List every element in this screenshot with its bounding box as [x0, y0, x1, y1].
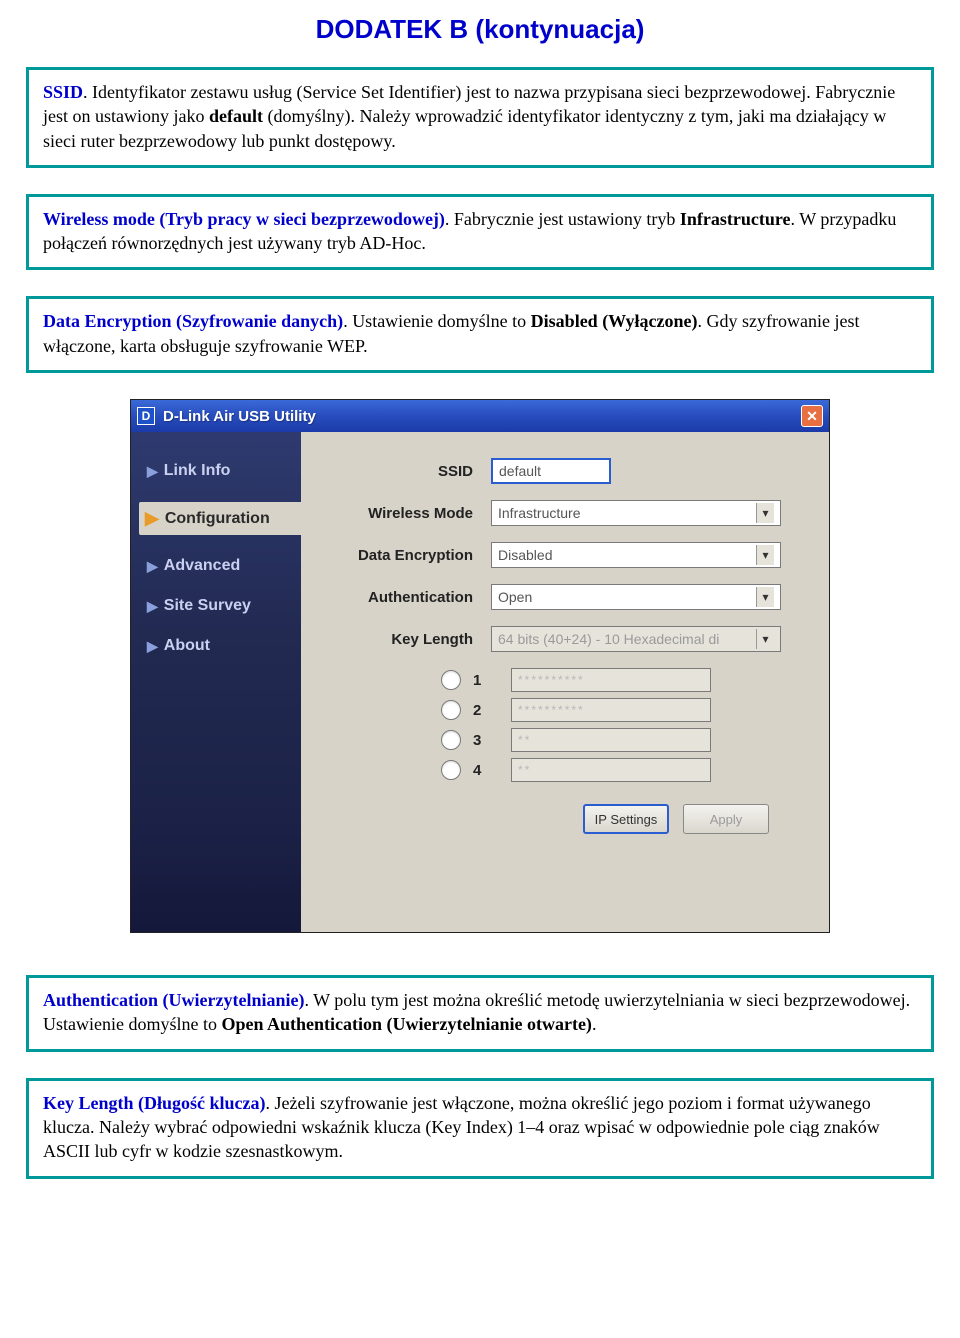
dlink-logo-icon: D: [137, 407, 155, 425]
close-button[interactable]: ✕: [801, 405, 823, 427]
select-value: Open: [498, 589, 532, 605]
select-value: Disabled: [498, 547, 552, 563]
chevron-right-icon: ▶: [145, 508, 159, 529]
key-number: 2: [473, 702, 489, 719]
callout-dataenc-text: Data Encryption (Szyfrowanie danych). Us…: [43, 309, 917, 358]
sidebar-item-link-info[interactable]: ▶ Link Info: [147, 462, 301, 480]
ip-settings-button[interactable]: IP Settings: [583, 804, 669, 834]
data-encryption-label: Data Encryption: [331, 547, 491, 564]
ssid-input[interactable]: [491, 458, 611, 484]
authentication-select[interactable]: Open ▾: [491, 584, 781, 610]
sidebar: ▶ Link Info ▶ Configuration ▶ Advanced ▶…: [131, 432, 301, 932]
sidebar-item-label: Configuration: [165, 510, 270, 528]
callout-keylen-lead: Key Length (Długość klucza): [43, 1093, 266, 1113]
key-length-label: Key Length: [331, 631, 491, 648]
key-input-2[interactable]: [511, 698, 711, 722]
key-row-1: 1: [441, 668, 803, 692]
chevron-right-icon: ▶: [147, 598, 158, 615]
chevron-down-icon: ▾: [756, 629, 774, 649]
wireless-mode-select[interactable]: Infrastructure ▾: [491, 500, 781, 526]
chevron-down-icon: ▾: [756, 503, 774, 523]
apply-button[interactable]: Apply: [683, 804, 769, 834]
callout-wmode-text: Wireless mode (Tryb pracy w sieci bezprz…: [43, 207, 917, 256]
sidebar-item-about[interactable]: ▶ About: [147, 637, 301, 655]
key-number: 3: [473, 732, 489, 749]
sidebar-item-label: Site Survey: [164, 597, 251, 615]
page-title: DODATEK B (kontynuacja): [0, 14, 960, 45]
key-radio-2[interactable]: [441, 700, 461, 720]
wireless-mode-label: Wireless Mode: [331, 505, 491, 522]
callout-ssid-text: SSID. Identyfikator zestawu usług (Servi…: [43, 80, 917, 153]
callout-auth-text: Authentication (Uwierzytelnianie). W pol…: [43, 988, 917, 1037]
callout-authentication: Authentication (Uwierzytelnianie). W pol…: [26, 975, 934, 1052]
callout-dataenc-lead: Data Encryption (Szyfrowanie danych): [43, 311, 343, 331]
callout-key-length: Key Length (Długość klucza). Jeżeli szyf…: [26, 1078, 934, 1179]
key-radio-3[interactable]: [441, 730, 461, 750]
chevron-down-icon: ▾: [756, 587, 774, 607]
configuration-pane: SSID Wireless Mode Infrastructure ▾ Data…: [301, 432, 829, 932]
bold: Disabled (Wyłączone): [531, 311, 698, 331]
text: . Fabrycznie jest ustawiony tryb: [445, 209, 680, 229]
key-row-4: 4: [441, 758, 803, 782]
text: . Ustawienie domyślne to: [343, 311, 530, 331]
chevron-right-icon: ▶: [147, 463, 158, 480]
sidebar-item-configuration[interactable]: ▶ Configuration: [139, 502, 307, 535]
sidebar-item-label: About: [164, 637, 210, 655]
select-value: 64 bits (40+24) - 10 Hexadecimal di: [498, 631, 719, 647]
authentication-label: Authentication: [331, 589, 491, 606]
key-input-4[interactable]: [511, 758, 711, 782]
key-input-1[interactable]: [511, 668, 711, 692]
sidebar-item-label: Advanced: [164, 557, 240, 575]
bold: Open Authentication (Uwierzytelnianie ot…: [221, 1014, 591, 1034]
key-length-select[interactable]: 64 bits (40+24) - 10 Hexadecimal di ▾: [491, 626, 781, 652]
data-encryption-select[interactable]: Disabled ▾: [491, 542, 781, 568]
select-value: Infrastructure: [498, 505, 580, 521]
chevron-down-icon: ▾: [756, 545, 774, 565]
callout-keylen-text: Key Length (Długość klucza). Jeżeli szyf…: [43, 1091, 917, 1164]
callout-data-encryption: Data Encryption (Szyfrowanie danych). Us…: [26, 296, 934, 373]
key-number: 4: [473, 762, 489, 779]
dlink-utility-window: D D-Link Air USB Utility ✕ ▶ Link Info ▶…: [130, 399, 830, 933]
callout-wmode-lead: Wireless mode (Tryb pracy w sieci bezprz…: [43, 209, 445, 229]
bold: default: [209, 106, 263, 126]
key-row-3: 3: [441, 728, 803, 752]
callout-auth-lead: Authentication (Uwierzytelnianie): [43, 990, 304, 1010]
callout-wireless-mode: Wireless mode (Tryb pracy w sieci bezprz…: [26, 194, 934, 271]
callout-ssid-lead: SSID: [43, 82, 83, 102]
bold: Infrastructure: [680, 209, 791, 229]
text: .: [592, 1014, 597, 1034]
callout-ssid: SSID. Identyfikator zestawu usług (Servi…: [26, 67, 934, 168]
sidebar-item-label: Link Info: [164, 462, 231, 480]
chevron-right-icon: ▶: [147, 638, 158, 655]
sidebar-item-advanced[interactable]: ▶ Advanced: [147, 557, 301, 575]
key-row-2: 2: [441, 698, 803, 722]
key-radio-4[interactable]: [441, 760, 461, 780]
chevron-right-icon: ▶: [147, 558, 158, 575]
window-titlebar: D D-Link Air USB Utility ✕: [131, 400, 829, 432]
key-radio-1[interactable]: [441, 670, 461, 690]
sidebar-item-site-survey[interactable]: ▶ Site Survey: [147, 597, 301, 615]
close-icon: ✕: [806, 408, 818, 425]
window-title: D-Link Air USB Utility: [163, 408, 801, 425]
key-input-3[interactable]: [511, 728, 711, 752]
ssid-label: SSID: [331, 463, 491, 480]
key-number: 1: [473, 672, 489, 689]
